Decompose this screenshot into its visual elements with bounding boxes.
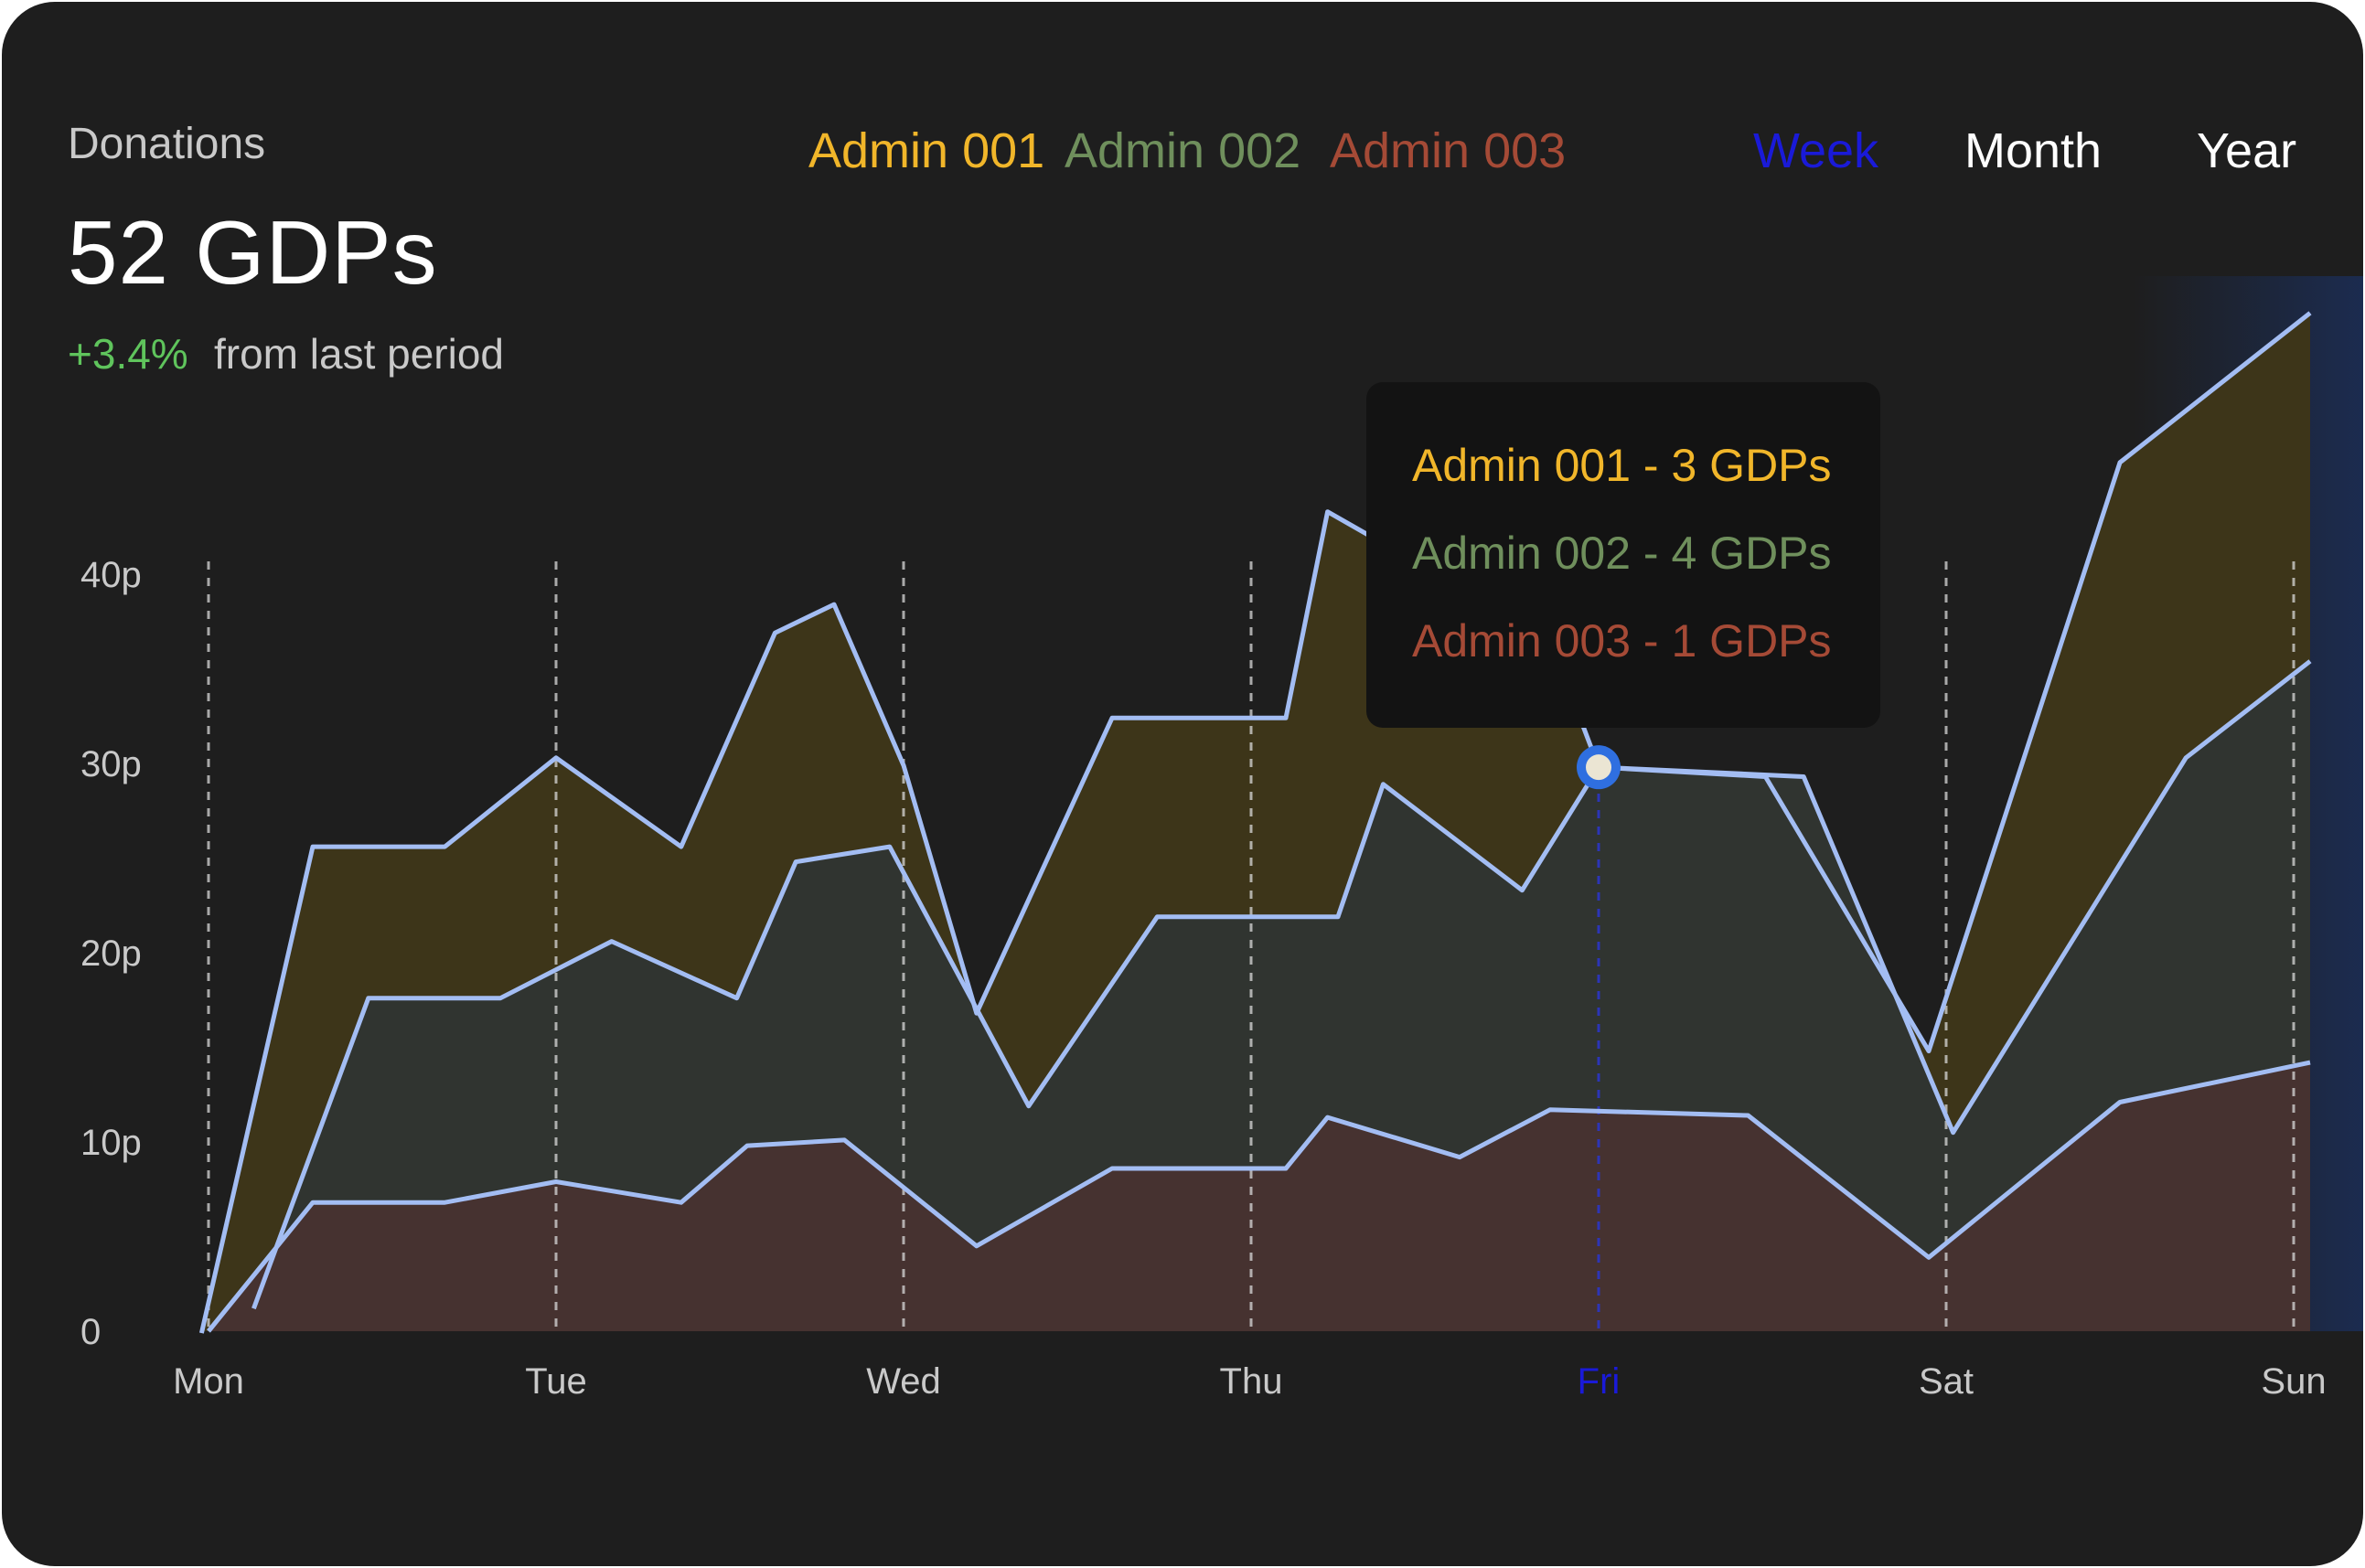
- y-tick-label: 40p: [80, 555, 142, 595]
- donations-card: 0 10p 20p 30p 40p Mon Tue Wed Thu Fri Sat Sun Donat…: [2, 2, 2363, 1566]
- x-tick-label: Fri: [1578, 1361, 1621, 1402]
- legend-admin-002[interactable]: Admin 002: [1065, 123, 1300, 179]
- y-tick-label: 30p: [80, 744, 142, 784]
- range-week-button[interactable]: Week: [1753, 123, 1878, 179]
- tooltip-line-admin-003: Admin 003 - 1 GDPs: [1412, 615, 1832, 667]
- y-tick-label: 0: [80, 1312, 101, 1352]
- x-tick-label: Sat: [1919, 1361, 1974, 1402]
- legend-admin-003[interactable]: Admin 003: [1330, 123, 1566, 179]
- x-tick-label: Sun: [2261, 1361, 2326, 1402]
- legend-admin-001[interactable]: Admin 001: [808, 123, 1044, 179]
- range-year-button[interactable]: Year: [2197, 123, 2296, 179]
- total-value: 52 GDPs: [68, 202, 438, 303]
- y-tick-label: 10p: [80, 1123, 142, 1163]
- x-tick-label: Wed: [866, 1361, 941, 1402]
- y-tick-label: 20p: [80, 933, 142, 974]
- change-caption: from last period: [214, 330, 505, 378]
- focus-point: [1586, 754, 1611, 781]
- tooltip-line-admin-002: Admin 002 - 4 GDPs: [1412, 528, 1832, 579]
- chart-title: Donations: [68, 120, 266, 168]
- tooltip: Admin 001 - 3 GDPs Admin 002 - 4 GDPs Ad…: [1366, 382, 1880, 728]
- change-percent: +3.4%: [68, 330, 188, 378]
- range-month-button[interactable]: Month: [1964, 123, 2102, 179]
- x-tick-label: Tue: [525, 1361, 586, 1402]
- x-tick-label: Thu: [1220, 1361, 1283, 1402]
- tooltip-line-admin-001: Admin 001 - 3 GDPs: [1412, 440, 1832, 491]
- x-tick-label: Mon: [173, 1361, 244, 1402]
